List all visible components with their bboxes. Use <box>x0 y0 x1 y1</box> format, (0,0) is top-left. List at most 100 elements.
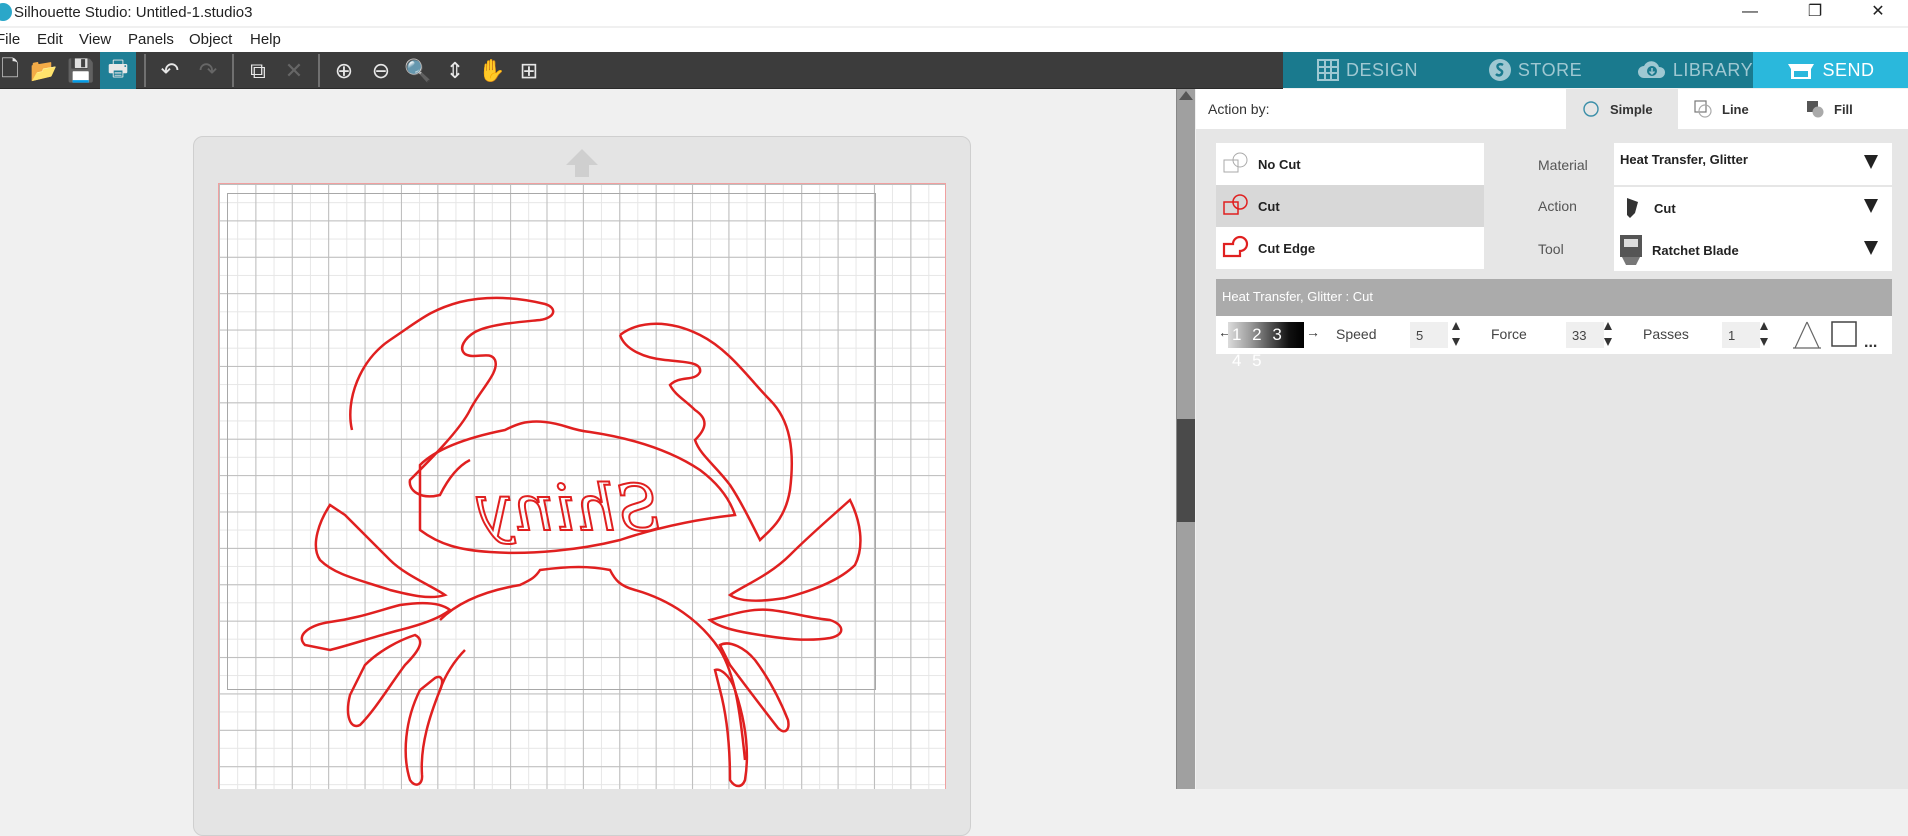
speed-input[interactable]: 5 <box>1410 322 1448 348</box>
dropdown-arrow-icon <box>1864 155 1878 169</box>
toolbar: 🗋 📂 💾 🖶 ↶ ↷ ⧉ ✕ ⊕ ⊖ 🔍 ⇕ ✋ ⊞ <box>0 52 1283 89</box>
drag-zoom-icon[interactable]: ⇕ <box>437 52 473 89</box>
select-all-icon[interactable]: ⧉ <box>240 52 276 89</box>
tool-label: Tool <box>1538 241 1564 257</box>
restore-button[interactable]: ❐ <box>1785 0 1845 26</box>
menu-bar: File Edit View Panels Object Help <box>0 28 1908 52</box>
tab-library[interactable]: LIBRARY <box>1619 52 1771 88</box>
action-by-header: Action by: Simple Line Fill <box>1196 89 1908 129</box>
fit-to-page-icon[interactable]: ⊞ <box>511 52 547 89</box>
tab-send[interactable]: SEND <box>1753 52 1908 88</box>
tab-design[interactable]: DESIGN <box>1283 52 1451 88</box>
scroll-up-arrow-icon[interactable] <box>1179 91 1193 100</box>
mode-line-label: Line <box>1722 101 1749 117</box>
crab-left-pincer <box>314 503 448 599</box>
store-logo-icon <box>1488 59 1511 81</box>
menu-help[interactable]: Help <box>250 31 281 48</box>
tool-dropdown[interactable]: Ratchet Blade <box>1614 229 1892 271</box>
cut-option-label: Cut Edge <box>1258 240 1316 256</box>
crab-left-claw <box>349 296 555 498</box>
save-icon[interactable]: 💾 <box>63 52 99 89</box>
menu-file[interactable]: File <box>0 31 20 48</box>
passes-input[interactable]: 1 <box>1722 322 1760 348</box>
menu-object[interactable]: Object <box>189 31 232 48</box>
feed-direction-arrow-icon <box>566 149 598 177</box>
app-icon <box>0 3 12 21</box>
blade-cut-icon <box>1627 198 1638 218</box>
advanced-options-box-icon[interactable] <box>1830 320 1858 348</box>
zoom-out-icon[interactable]: ⊖ <box>363 52 399 89</box>
dropdown-arrow-icon <box>1864 199 1878 213</box>
passes-spinner[interactable] <box>1760 320 1770 350</box>
cut-option-no-cut[interactable]: No Cut <box>1216 143 1484 185</box>
material-dropdown[interactable]: Heat Transfer, Glitter <box>1614 143 1892 185</box>
scrollbar-thumb[interactable] <box>1177 419 1195 522</box>
crab-right-leg-2 <box>718 642 790 733</box>
mode-tab-line[interactable]: Line <box>1684 89 1794 129</box>
design-text: Shiny <box>476 472 660 546</box>
crab-left-body-edge <box>438 649 466 691</box>
tab-store-label: STORE <box>1517 59 1583 80</box>
mode-tab-fill[interactable]: Fill <box>1796 89 1906 129</box>
menu-panels[interactable]: Panels <box>128 31 174 48</box>
tool-value: Ratchet Blade <box>1652 242 1739 258</box>
toolbar-divider <box>318 54 320 87</box>
cut-edge-icon <box>1222 235 1249 258</box>
crab-design[interactable]: Shiny <box>290 290 890 789</box>
speed-label: Speed <box>1336 326 1377 342</box>
action-by-label: Action by: <box>1208 101 1270 117</box>
passes-label: Passes <box>1643 326 1689 342</box>
cut-option-cut[interactable]: Cut <box>1216 185 1484 227</box>
material-value: Heat Transfer, Glitter <box>1620 152 1748 167</box>
close-button[interactable]: ✕ <box>1848 0 1908 26</box>
no-cut-icon <box>1223 152 1248 173</box>
cloud-download-icon <box>1637 61 1665 78</box>
material-label: Material <box>1538 157 1588 173</box>
cut-option-cut-edge[interactable]: Cut Edge <box>1216 227 1484 269</box>
undo-icon[interactable]: ↶ <box>152 52 188 89</box>
dropdown-arrow-icon <box>1864 241 1878 255</box>
toolbar-divider <box>144 54 146 87</box>
tab-store[interactable]: STORE <box>1451 52 1619 88</box>
line-segment-overcut-icon[interactable] <box>1791 320 1823 352</box>
crab-right-pincer <box>727 497 862 602</box>
line-shapes-icon <box>1694 100 1712 118</box>
send-panel: Action by: Simple Line Fill No Cut Cut C… <box>1196 89 1908 789</box>
zoom-in-icon[interactable]: ⊕ <box>326 52 362 89</box>
cut-icon <box>1223 194 1248 215</box>
force-spinner[interactable] <box>1604 320 1614 350</box>
ratchet-blade-icon <box>1620 235 1642 265</box>
tab-design-label: DESIGN <box>1345 59 1418 80</box>
new-document-icon[interactable]: 🗋 <box>0 52 28 89</box>
mode-tab-simple[interactable]: Simple <box>1566 89 1678 129</box>
print-icon[interactable]: 🖶 <box>100 52 136 89</box>
blade-depth-right-arrow-icon[interactable]: → <box>1306 324 1320 340</box>
force-input[interactable]: 33 <box>1566 322 1604 348</box>
open-folder-icon[interactable]: 📂 <box>26 52 62 89</box>
cut-settings-summary: Heat Transfer, Glitter : Cut <box>1216 279 1892 316</box>
menu-edit[interactable]: Edit <box>37 31 63 48</box>
delete-icon[interactable]: ✕ <box>276 52 312 89</box>
crab-lower-shell <box>439 565 747 761</box>
menu-view[interactable]: View <box>79 31 111 48</box>
speed-spinner[interactable] <box>1452 320 1462 350</box>
redo-icon[interactable]: ↷ <box>190 52 226 89</box>
force-label: Force <box>1491 326 1527 342</box>
tab-send-label: SEND <box>1822 59 1875 80</box>
action-dropdown[interactable]: Cut <box>1614 187 1892 229</box>
cutter-machine-icon <box>1788 64 1815 79</box>
blade-depth-selector[interactable]: 1 2 3 4 5 <box>1228 322 1304 370</box>
mode-fill-label: Fill <box>1834 101 1853 117</box>
crab-left-leg-3 <box>404 675 444 786</box>
window-title: Silhouette Studio: Untitled-1.studio3 <box>14 4 253 21</box>
tab-library-label: LIBRARY <box>1672 59 1754 80</box>
design-text-shiny: Shiny <box>475 471 661 547</box>
toolbar-divider <box>232 54 234 87</box>
zoom-select-icon[interactable]: 🔍 <box>400 52 436 89</box>
more-options-button[interactable]: ... <box>1864 334 1877 352</box>
vertical-scrollbar[interactable] <box>1176 89 1195 789</box>
pan-hand-icon[interactable]: ✋ <box>474 52 510 89</box>
cut-option-label: No Cut <box>1258 156 1301 172</box>
minimize-button[interactable]: — <box>1720 0 1780 26</box>
mode-simple-label: Simple <box>1610 101 1653 117</box>
